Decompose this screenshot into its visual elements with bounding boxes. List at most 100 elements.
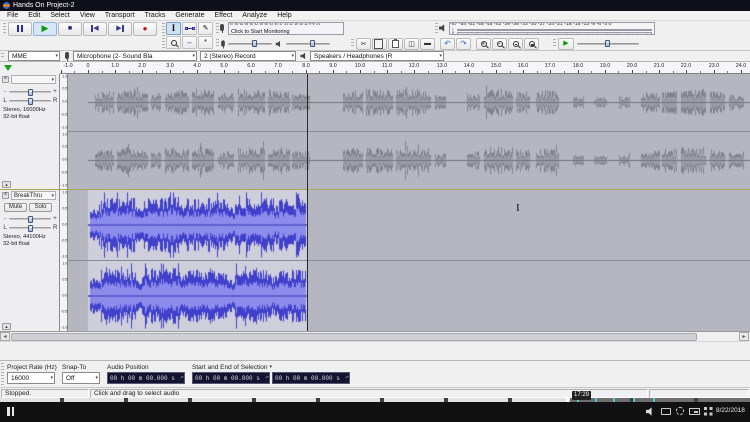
toolbar-grip[interactable] (1, 363, 4, 385)
ruler-label: 17.0 (543, 63, 557, 69)
skip-to-start-button[interactable]: ◀ (83, 22, 107, 36)
track-close-button[interactable]: × (2, 192, 9, 199)
track-2-waveform-left[interactable] (68, 190, 750, 260)
recording-channels-select[interactable]: 2 (Stereo) Record (200, 51, 296, 61)
toolbar-grip[interactable] (162, 23, 165, 48)
paste-button[interactable] (388, 38, 403, 50)
menu-file[interactable]: File (2, 11, 23, 21)
timeline-ruler[interactable]: -1.001.02.03.04.05.06.07.08.09.010.011.0… (60, 62, 750, 74)
undo-button[interactable]: ↶ (440, 38, 455, 50)
play-at-speed-button[interactable]: ▶ (558, 38, 574, 50)
volume-icon[interactable] (646, 407, 655, 416)
track-1-waveform-left[interactable] (68, 74, 750, 131)
toolbar-grip[interactable] (553, 39, 556, 48)
menu-generate[interactable]: Generate (170, 11, 209, 21)
zoom-tool-button[interactable] (166, 36, 181, 49)
menu-tracks[interactable]: Tracks (140, 11, 171, 21)
recording-meter-toolbar: -57 -54 -51 -48 -45 -42 -39 -36 -33 -30 … (215, 21, 347, 36)
selection-end-field[interactable]: 00 h 00 m 00.000 s (272, 372, 350, 384)
envelope-tool-button[interactable] (182, 22, 197, 35)
stop-button[interactable]: ■ (58, 22, 82, 36)
track-2-clip-area[interactable] (68, 190, 750, 331)
playback-device-select[interactable]: Speakers / Headphones (R (310, 51, 444, 61)
timeline-ruler-row: -1.001.02.03.04.05.06.07.08.09.010.011.0… (0, 62, 750, 74)
menu-bar: FileEditSelectViewTransportTracksGenerat… (0, 11, 750, 21)
selection-mode-dropdown[interactable]: Start and End of Selection▾ (192, 363, 350, 372)
zoom-in-button[interactable]: + (476, 38, 491, 50)
solo-button[interactable]: Solo (29, 203, 52, 212)
scrollbar-thumb[interactable] (11, 333, 697, 341)
track-name-dropdown[interactable]: ▾ (11, 75, 56, 84)
menu-analyze[interactable]: Analyze (237, 11, 272, 21)
menu-help[interactable]: Help (272, 11, 296, 21)
menu-effect[interactable]: Effect (210, 11, 238, 21)
skip-to-end-button[interactable]: ▶ (108, 22, 132, 36)
captions-icon[interactable] (661, 408, 671, 415)
video-seekbar[interactable] (0, 398, 750, 402)
meter-channel-labels: LR (452, 28, 456, 35)
project-rate-select[interactable]: 16000 (7, 372, 55, 384)
selection-tool-button[interactable]: I (166, 22, 181, 35)
quickplay-pointer-icon[interactable] (4, 65, 12, 71)
copy-button[interactable] (372, 38, 387, 50)
gain-slider[interactable]: -+ (3, 215, 57, 223)
track-breakthru: × BreakThru▾ Mute Solo -+ LR Stereo, 441… (0, 189, 750, 331)
track-collapse-button[interactable]: ▴ (2, 323, 11, 330)
menu-select[interactable]: Select (45, 11, 74, 21)
playback-meter[interactable]: -57 -54 -51 -48 -45 -42 -39 -36 -33 -30 … (449, 22, 655, 35)
cut-button[interactable]: ✂ (356, 38, 371, 50)
play-button[interactable]: ▶ (33, 22, 57, 36)
audio-host-select[interactable]: MME (8, 51, 60, 61)
snap-to-select[interactable]: Off (62, 372, 100, 384)
fit-project-button[interactable] (524, 38, 539, 50)
track-1-panel[interactable]: × ▾ -+ LR Stereo, 16000Hz 32-bit float ▴ (0, 74, 60, 189)
settings-gear-icon[interactable] (676, 407, 684, 415)
pause-button[interactable] (8, 22, 32, 36)
pan-slider[interactable]: LR (3, 97, 57, 105)
horizontal-scrollbar[interactable]: ◂ ▸ (0, 331, 750, 341)
toolbar-grip[interactable] (216, 39, 219, 48)
zoom-out-button[interactable]: − (492, 38, 507, 50)
scroll-left-button[interactable]: ◂ (0, 332, 10, 341)
timeshift-tool-button[interactable]: ↔ (182, 36, 197, 49)
track-collapse-button[interactable]: ▴ (2, 181, 11, 188)
menu-transport[interactable]: Transport (100, 11, 140, 21)
fullscreen-icon[interactable] (704, 407, 712, 415)
toolbar-grip[interactable] (216, 23, 219, 34)
selection-start-field[interactable]: 00 h 00 m 00.000 s (192, 372, 270, 384)
playback-speed-slider[interactable] (577, 43, 639, 45)
record-button[interactable]: ● (133, 22, 157, 36)
toolbar-grip[interactable] (1, 53, 4, 59)
multi-tool-button[interactable]: * (198, 36, 213, 49)
ruler-label: 0 (81, 63, 95, 69)
audio-position-field[interactable]: 00 h 00 m 00.000 s (107, 372, 185, 384)
mute-button[interactable]: Mute (4, 203, 27, 212)
menu-edit[interactable]: Edit (23, 11, 45, 21)
recording-volume-slider[interactable] (228, 43, 272, 45)
toolbar-grip[interactable] (435, 23, 438, 34)
draw-tool-button[interactable]: ✎ (198, 22, 213, 35)
recording-device-select[interactable]: Microphone (2- Sound Bla (73, 51, 197, 61)
silence-audio-button[interactable]: ▬ (420, 38, 435, 50)
toolbar-grip[interactable] (3, 23, 6, 34)
track-1-waveform-right[interactable] (68, 132, 750, 189)
gain-slider[interactable]: -+ (3, 88, 57, 96)
microphone-icon (221, 40, 225, 46)
toolbar-grip[interactable] (351, 39, 354, 48)
scroll-right-button[interactable]: ▸ (739, 332, 749, 341)
video-pause-button[interactable] (7, 407, 14, 416)
track-1-clip-area[interactable] (68, 74, 750, 189)
track-name-dropdown[interactable]: BreakThru▾ (11, 191, 56, 200)
trim-audio-button[interactable]: ◫ (404, 38, 419, 50)
fit-selection-button[interactable] (508, 38, 523, 50)
track-rate-info: Stereo, 16000Hz (3, 107, 46, 113)
track-2-waveform-right[interactable] (68, 261, 750, 331)
menu-view[interactable]: View (75, 11, 100, 21)
playback-volume-slider[interactable] (286, 43, 330, 45)
track-close-button[interactable]: × (2, 76, 9, 83)
redo-button[interactable]: ↷ (456, 38, 471, 50)
pan-slider[interactable]: LR (3, 224, 57, 232)
track-2-panel[interactable]: × BreakThru▾ Mute Solo -+ LR Stereo, 441… (0, 190, 60, 331)
pip-icon[interactable] (689, 408, 700, 415)
recording-meter[interactable]: -57 -54 -51 -48 -45 -42 -39 -36 -33 -30 … (228, 22, 344, 35)
